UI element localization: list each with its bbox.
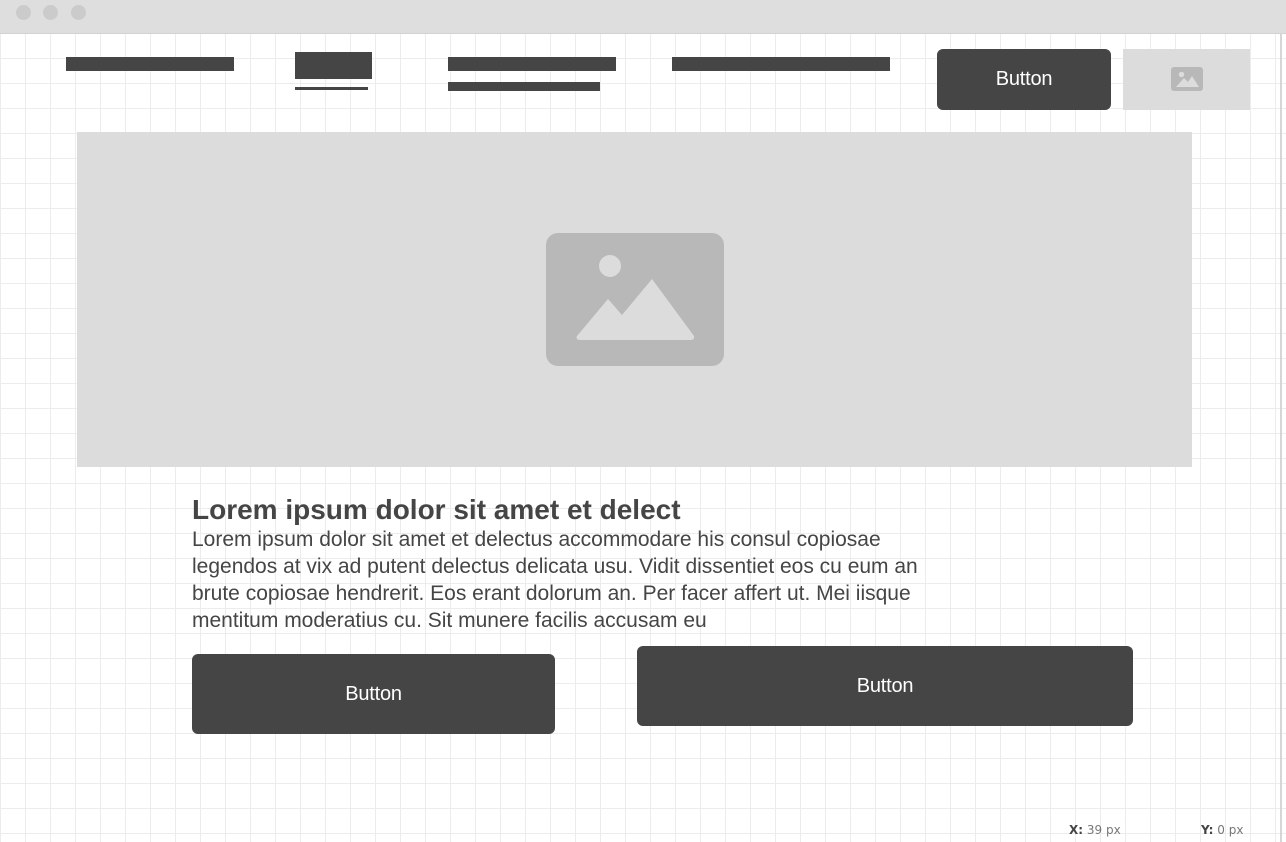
nav-item-2-underline	[295, 87, 368, 90]
nav-item-3-line-2	[448, 82, 600, 91]
primary-action-button[interactable]: Button	[192, 654, 555, 734]
hero-image-placeholder	[77, 132, 1192, 467]
y-label: Y:	[1201, 823, 1214, 837]
nav-item-1[interactable]	[66, 57, 234, 71]
content-paragraph: Lorem ipsum dolor sit amet et delectus a…	[192, 528, 918, 632]
nav-image-placeholder	[1123, 49, 1250, 110]
y-coordinate-readout: Y: 0 px	[1201, 823, 1243, 837]
image-icon	[546, 233, 724, 366]
secondary-action-button[interactable]: Button	[637, 646, 1133, 726]
nav-item-2-block	[295, 52, 372, 79]
window-titlebar	[0, 0, 1286, 34]
y-value: 0 px	[1217, 823, 1244, 837]
window-close-dot[interactable]	[16, 5, 31, 20]
window-minimize-dot[interactable]	[43, 5, 58, 20]
nav-item-4[interactable]	[672, 57, 890, 71]
window-maximize-dot[interactable]	[71, 5, 86, 20]
wireframe-canvas: Button Lorem ipsum dolor sit amet et del…	[0, 0, 1286, 842]
x-value: 39 px	[1086, 823, 1121, 837]
image-icon	[1171, 67, 1203, 91]
content-heading: Lorem ipsum dolor sit amet et delect	[192, 494, 681, 525]
nav-item-3-line-1	[448, 57, 616, 71]
x-coordinate-readout: X: 39 px	[1069, 823, 1121, 837]
window-right-border	[1280, 33, 1282, 842]
nav-button[interactable]: Button	[937, 49, 1111, 110]
x-label: X:	[1069, 823, 1084, 837]
